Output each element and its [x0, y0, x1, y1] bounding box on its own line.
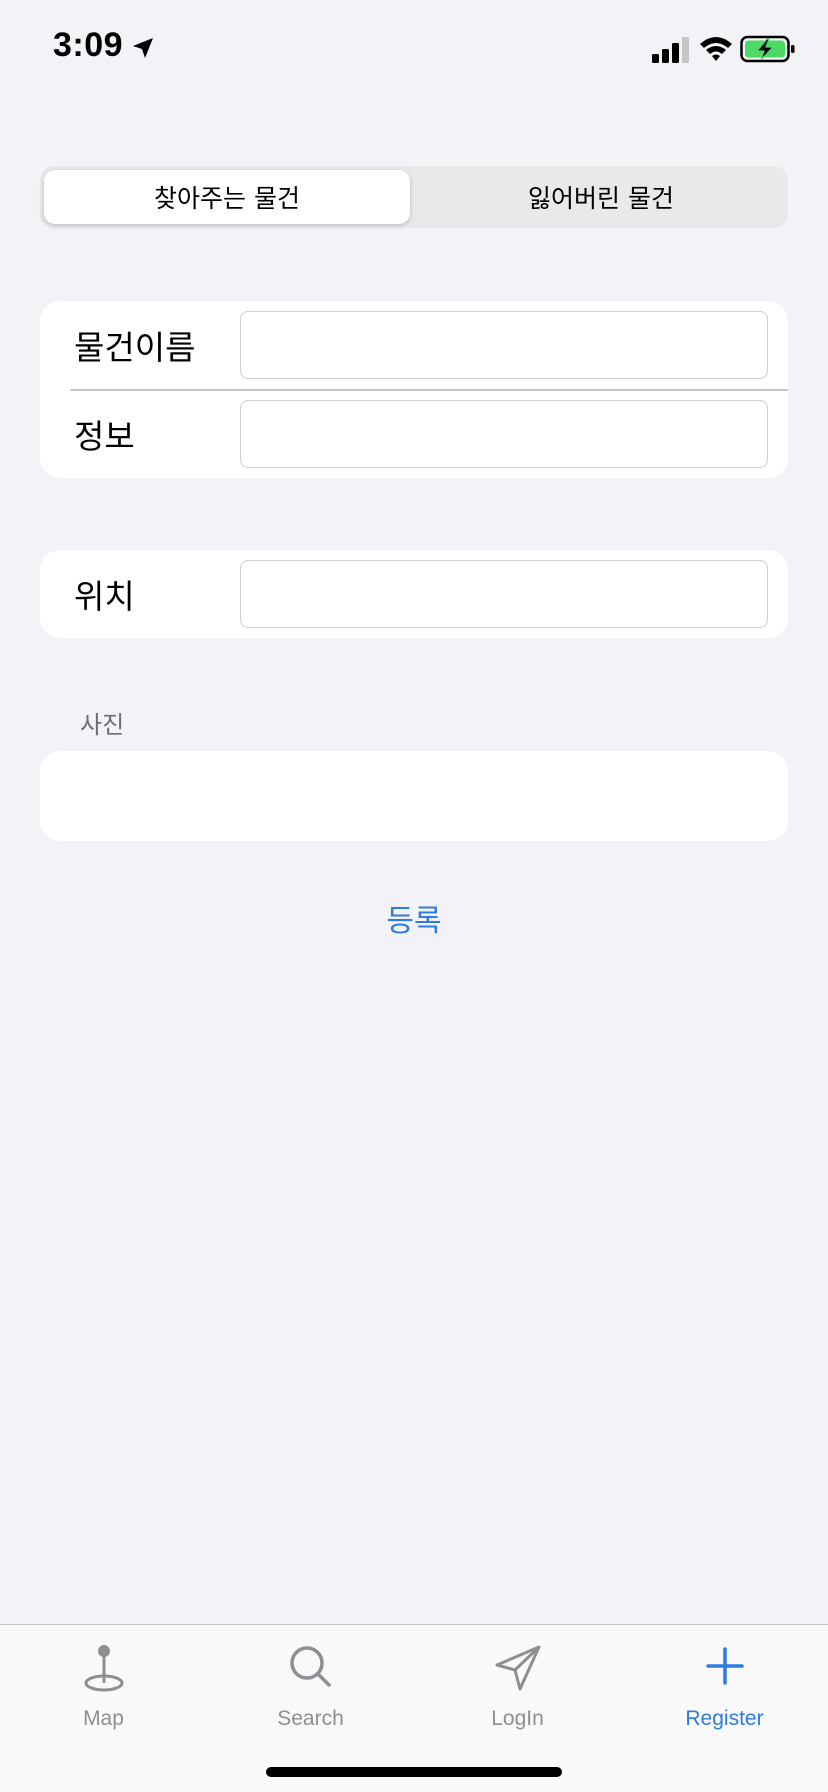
tab-login-label: LogIn — [491, 1707, 544, 1730]
segment-lost-item[interactable]: 잃어버린 물건 — [418, 170, 784, 224]
info-label: 정보 — [74, 417, 135, 456]
map-pin-icon — [84, 1645, 123, 1692]
home-indicator — [266, 1767, 562, 1777]
photo-section-header: 사진 — [80, 711, 125, 739]
segment-lost-item-label: 잃어버린 물건 — [528, 184, 674, 213]
cellular-signal-icon — [652, 37, 689, 63]
tab-map[interactable]: Map — [0, 1625, 207, 1735]
tab-register[interactable]: Register — [621, 1625, 828, 1735]
item-name-row: 물건이름 — [40, 301, 788, 389]
segment-found-item-label: 찾아주는 물건 — [154, 184, 300, 213]
tab-map-label: Map — [83, 1707, 124, 1730]
status-time: 3:09 — [53, 26, 124, 64]
status-bar: 3:09 — [0, 0, 828, 100]
paper-plane-icon — [495, 1645, 540, 1691]
item-type-segmented-control: 찾아주는 물건 잃어버린 물건 — [40, 166, 788, 228]
location-row: 위치 — [40, 550, 788, 638]
tab-login[interactable]: LogIn — [414, 1625, 621, 1735]
tab-search[interactable]: Search — [207, 1625, 414, 1735]
item-name-label: 물건이름 — [74, 328, 196, 367]
tab-register-label: Register — [685, 1707, 764, 1730]
wifi-icon — [700, 37, 732, 61]
location-card: 위치 — [40, 550, 788, 638]
segment-found-item[interactable]: 찾아주는 물건 — [44, 170, 410, 224]
location-arrow-icon — [133, 38, 153, 58]
photo-card[interactable] — [40, 751, 788, 841]
plus-icon — [705, 1647, 744, 1685]
tab-search-label: Search — [277, 1707, 344, 1730]
info-row: 정보 — [40, 390, 788, 478]
location-input[interactable] — [240, 560, 768, 628]
item-details-card: 물건이름 정보 — [40, 301, 788, 478]
submit-register-button[interactable]: 등록 — [0, 896, 828, 940]
item-name-input[interactable] — [240, 311, 768, 379]
battery-charging-icon — [740, 35, 795, 63]
location-label: 위치 — [74, 577, 135, 616]
info-input[interactable] — [240, 400, 768, 468]
magnifier-icon — [289, 1646, 331, 1687]
